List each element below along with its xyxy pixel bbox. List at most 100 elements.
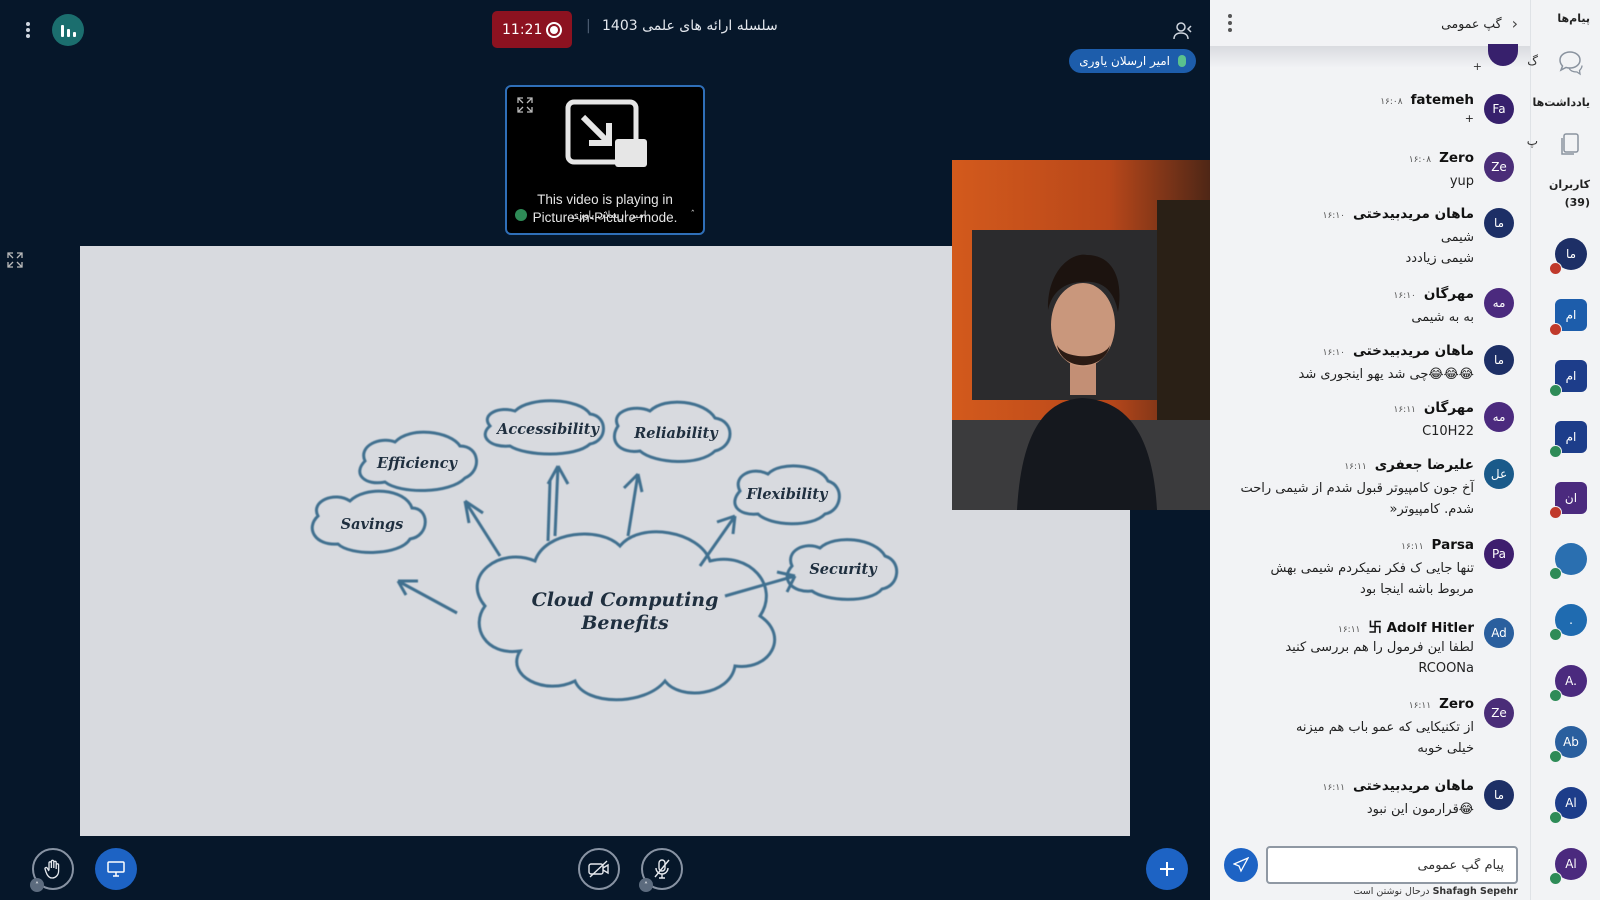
users-count: (39) xyxy=(1564,196,1590,209)
record-icon xyxy=(546,21,562,38)
user-avatar[interactable] xyxy=(1549,543,1587,580)
chat-message-text: + xyxy=(1464,112,1474,125)
audio-options-icon[interactable]: ˄ xyxy=(639,878,653,892)
screen-share-button[interactable] xyxy=(95,848,137,890)
chat-message-avatar[interactable]: عل xyxy=(1484,459,1514,489)
mic-icon xyxy=(1549,811,1562,824)
chat-scroll-shadow xyxy=(1210,46,1530,68)
chat-message-time: ۱۶:۱۱ xyxy=(1322,783,1346,793)
user-avatar[interactable]: Al xyxy=(1549,848,1587,885)
muted-mic-icon xyxy=(1549,323,1562,336)
user-avatar[interactable]: ام xyxy=(1549,360,1587,397)
meeting-stage: 11:21 | سلسله ارائه های علمی 1403 امیر ا… xyxy=(0,0,1214,900)
user-avatar[interactable]: Ab xyxy=(1549,726,1587,763)
connection-stats-button[interactable] xyxy=(52,14,84,46)
chat-message-author: Parsa xyxy=(1431,537,1474,553)
chevron-left-icon: ‹ xyxy=(1511,13,1518,33)
chat-title-button[interactable]: ‹ گپ عمومی xyxy=(1441,14,1518,33)
mic-icon xyxy=(1178,55,1186,67)
mic-icon xyxy=(1549,567,1562,580)
chat-message-avatar[interactable]: Ad xyxy=(1484,618,1514,648)
pip-chevron-icon: ˆ xyxy=(690,210,696,220)
chat-message-text: شیمی xyxy=(1440,230,1474,245)
plus-icon xyxy=(1160,862,1174,876)
chat-panel: ‹ گپ عمومی + Fa fatemeh ۱۶:۰۸ + Ze Zero ۱۶:۰۸ y… xyxy=(1210,0,1530,900)
chat-message-time: ۱۶:۱۱ xyxy=(1338,625,1361,635)
chat-message-avatar[interactable]: ما xyxy=(1484,345,1514,375)
options-menu-button[interactable] xyxy=(20,18,36,42)
send-message-button[interactable] xyxy=(1224,848,1258,882)
slide-benefit-flexibility: Flexibility xyxy=(746,486,830,503)
recording-time: 11:21 xyxy=(502,21,543,38)
muted-mic-icon xyxy=(1549,506,1562,519)
send-icon xyxy=(1233,857,1249,873)
hand-icon xyxy=(44,859,60,879)
chat-message-author: fatemeh xyxy=(1410,92,1474,108)
webcam-frame xyxy=(952,160,1214,510)
chat-message-avatar[interactable]: Pa xyxy=(1484,539,1514,569)
chat-message-author: 卐 Adolf Hitler xyxy=(1368,620,1474,636)
chat-message-avatar[interactable]: Ze xyxy=(1484,152,1514,182)
raise-hand-button[interactable]: ˄ xyxy=(30,848,74,892)
recording-indicator[interactable]: 11:21 xyxy=(492,11,572,48)
chat-message-avatar[interactable]: مه xyxy=(1484,288,1514,318)
chat-message-avatar[interactable]: Fa xyxy=(1484,94,1514,124)
user-avatar[interactable]: . xyxy=(1549,604,1587,641)
hand-options-icon[interactable]: ˄ xyxy=(30,878,44,892)
meeting-title: سلسله ارائه های علمی 1403 xyxy=(602,18,778,34)
muted-mic-icon xyxy=(1549,262,1562,275)
chat-message-text: تنها جایی ک فکر نمیکردم شیمی بهش xyxy=(1270,561,1474,576)
picture-in-picture-icon xyxy=(565,99,647,167)
notes-section-label: یادداشت‌ها xyxy=(1532,96,1590,109)
mic-icon xyxy=(1549,445,1562,458)
chat-message-avatar[interactable]: Ze xyxy=(1484,698,1514,728)
mic-icon xyxy=(1549,689,1562,702)
user-avatar[interactable]: Al xyxy=(1549,787,1587,824)
camera-off-icon xyxy=(588,860,609,878)
user-avatar[interactable]: ام xyxy=(1549,421,1587,458)
pip-user-name: امیر ارسلان یاوری xyxy=(570,209,647,221)
chat-header: ‹ گپ عمومی xyxy=(1210,0,1530,46)
chat-message-text: C10H22 xyxy=(1422,424,1474,439)
chat-message-time: ۱۶:۱۱ xyxy=(1401,542,1424,552)
mic-icon xyxy=(1549,750,1562,763)
chat-message-time: ۱۶:۱۰ xyxy=(1322,348,1346,358)
slide-benefit-efficiency: Efficiency xyxy=(376,455,458,472)
typing-suffix: درحال نوشتن است xyxy=(1353,886,1430,897)
chat-message-time: ۱۶:۱۰ xyxy=(1393,291,1416,301)
user-avatar[interactable]: ما xyxy=(1549,238,1587,275)
chat-message-avatar[interactable]: مه xyxy=(1484,402,1514,432)
messages-section-label: پیام‌ها xyxy=(1557,12,1590,25)
chat-message-time: ۱۶:۱۱ xyxy=(1408,701,1432,711)
chat-message-avatar[interactable]: ما xyxy=(1484,208,1514,238)
chat-message-avatar[interactable]: ما xyxy=(1484,780,1514,810)
pip-mic-icon xyxy=(515,209,528,221)
microphone-toggle-button[interactable]: ˄ xyxy=(639,848,683,892)
notes-icon[interactable] xyxy=(1557,130,1585,158)
fullscreen-icon[interactable] xyxy=(517,97,533,113)
chat-message-text: yup xyxy=(1449,174,1474,189)
user-avatar[interactable]: A. xyxy=(1549,665,1587,702)
chat-message-text: آخ جون کامپیوتر قبول شدم از شیمی راحت xyxy=(1240,481,1474,496)
camera-toggle-button[interactable] xyxy=(578,848,620,890)
mic-icon xyxy=(1549,384,1562,397)
webcam-video[interactable] xyxy=(952,160,1214,510)
actions-plus-button[interactable] xyxy=(1146,848,1188,890)
chat-message-input[interactable] xyxy=(1268,848,1516,882)
chat-message-text: RCOONa xyxy=(1418,661,1474,676)
chat-icon[interactable] xyxy=(1557,48,1585,76)
chat-options-button[interactable] xyxy=(1228,14,1232,32)
pip-video-tile[interactable]: This video is playing in Picture-in-Pict… xyxy=(505,85,705,235)
user-avatar[interactable]: ام xyxy=(1549,299,1587,336)
navigation-rail: پیام‌ها گ یادداشت‌ها پ کاربران (39) ما ام… xyxy=(1527,0,1600,900)
pip-message-line-1: This video is playing in xyxy=(537,192,673,207)
slide-benefit-savings: Savings xyxy=(341,516,404,533)
chat-message-text: خیلی خوبه xyxy=(1417,741,1474,756)
mic-off-icon xyxy=(654,859,670,879)
user-avatar[interactable]: ان xyxy=(1549,482,1587,519)
slide-benefit-security: Security xyxy=(809,561,878,578)
user-list-toggle-icon[interactable] xyxy=(1172,20,1194,42)
chat-message-text: شدم. کامپیوتر« xyxy=(1389,502,1474,517)
chat-message-author: ماهان مریدبیدختی xyxy=(1353,206,1474,222)
presentation-fullscreen-icon[interactable] xyxy=(7,252,23,268)
